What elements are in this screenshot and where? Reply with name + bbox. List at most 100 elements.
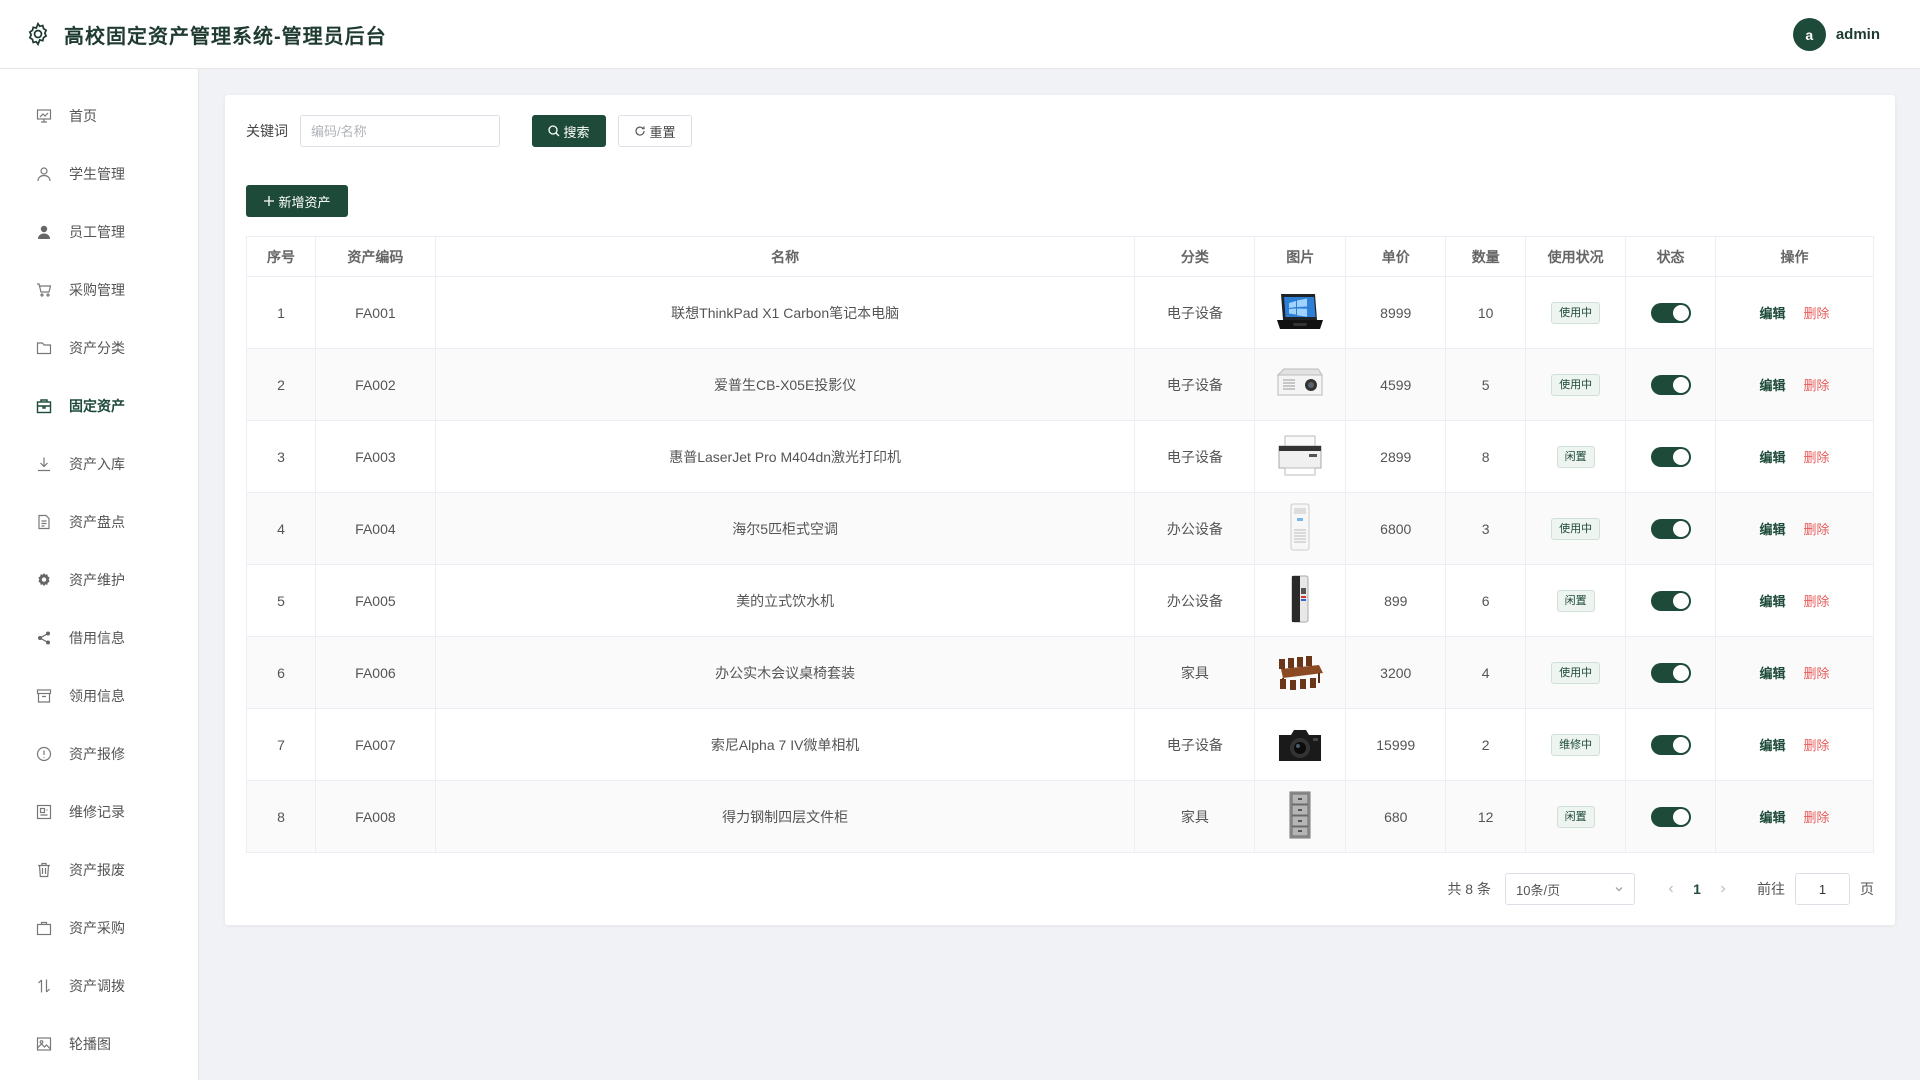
cell-name: 爱普生CB-X05E投影仪 (434, 348, 1136, 421)
sidebar-item-requisition[interactable]: 领用信息 (0, 667, 198, 725)
page-number-current[interactable]: 1 (1681, 881, 1713, 897)
delete-link[interactable]: 删除 (1804, 738, 1830, 753)
column-header: 资产编码 (314, 236, 436, 277)
cell-actions: 编辑 删除 (1715, 492, 1874, 565)
printer-thumbnail[interactable] (1275, 431, 1325, 481)
status-toggle[interactable] (1650, 590, 1691, 611)
delete-link[interactable]: 删除 (1804, 810, 1830, 825)
column-header: 名称 (434, 236, 1136, 277)
file-cabinet-thumbnail[interactable] (1275, 790, 1325, 840)
sidebar-item-staff[interactable]: 员工管理 (0, 203, 198, 261)
edit-link[interactable]: 编辑 (1760, 522, 1786, 537)
user-outline-icon (35, 165, 53, 183)
sidebar-item-label: 借用信息 (69, 630, 125, 646)
prev-page-button[interactable] (1661, 881, 1681, 897)
delete-link[interactable]: 删除 (1804, 306, 1830, 321)
cell-no: 1 (246, 276, 316, 349)
camera-thumbnail[interactable] (1275, 720, 1325, 770)
cell-qty: 6 (1445, 564, 1527, 637)
column-header: 状态 (1625, 236, 1717, 277)
cell-status (1625, 636, 1717, 709)
status-toggle[interactable] (1650, 662, 1691, 683)
status-toggle[interactable] (1650, 374, 1691, 395)
delete-link[interactable]: 删除 (1804, 522, 1830, 537)
cell-status (1625, 564, 1717, 637)
sidebar-item-fixed-assets[interactable]: 固定资产 (0, 377, 198, 435)
edit-link[interactable]: 编辑 (1760, 450, 1786, 465)
sidebar-item-inbound[interactable]: 资产入库 (0, 435, 198, 493)
edit-link[interactable]: 编辑 (1760, 306, 1786, 321)
delete-link[interactable]: 删除 (1804, 666, 1830, 681)
column-header: 序号 (246, 236, 316, 277)
sidebar-item-borrowing[interactable]: 借用信息 (0, 609, 198, 667)
goto-page-input[interactable] (1795, 873, 1850, 905)
sidebar-item-repair-request[interactable]: 资产报修 (0, 725, 198, 783)
search-button[interactable]: 搜索 (532, 115, 606, 147)
add-asset-button[interactable]: 新增资产 (246, 185, 348, 217)
sidebar-item-purchase[interactable]: 资产采购 (0, 899, 198, 957)
reset-button[interactable]: 重置 (618, 115, 692, 147)
image-icon (35, 1035, 53, 1053)
bag-icon (35, 919, 53, 937)
next-page-button[interactable] (1713, 881, 1733, 897)
water-dispenser-thumbnail[interactable] (1275, 574, 1325, 624)
sidebar-item-maintenance[interactable]: 资产维护 (0, 551, 198, 609)
search-icon (548, 125, 560, 137)
cell-usage: 闲置 (1525, 564, 1627, 637)
sidebar-item-students[interactable]: 学生管理 (0, 145, 198, 203)
username[interactable]: admin (1836, 26, 1880, 43)
plus-icon (263, 195, 275, 207)
cell-usage: 闲置 (1525, 780, 1627, 853)
sidebar-item-label: 固定资产 (69, 398, 125, 414)
search-bar: 关键词 搜索 重置 (246, 115, 692, 147)
sidebar-item-categories[interactable]: 资产分类 (0, 319, 198, 377)
edit-link[interactable]: 编辑 (1760, 738, 1786, 753)
table-row: 1 FA001 联想ThinkPad X1 Carbon笔记本电脑 电子设备 8… (246, 276, 1874, 349)
delete-link[interactable]: 删除 (1804, 594, 1830, 609)
edit-link[interactable]: 编辑 (1760, 810, 1786, 825)
cell-code: FA005 (314, 564, 436, 637)
keyword-input[interactable] (300, 115, 500, 147)
cell-qty: 5 (1445, 348, 1527, 421)
usage-status-badge: 使用中 (1551, 517, 1601, 540)
status-toggle[interactable] (1650, 518, 1691, 539)
sidebar-item-carousel[interactable]: 轮播图 (0, 1015, 198, 1073)
column-header: 图片 (1254, 236, 1347, 277)
delete-link[interactable]: 删除 (1804, 378, 1830, 393)
cell-no: 2 (246, 348, 316, 421)
air-conditioner-thumbnail[interactable] (1275, 502, 1325, 552)
delete-link[interactable]: 删除 (1804, 450, 1830, 465)
avatar[interactable]: a (1792, 18, 1826, 51)
cell-name: 得力钢制四层文件柜 (434, 780, 1136, 853)
sidebar-item-inventory-check[interactable]: 资产盘点 (0, 493, 198, 551)
sidebar-item-scrap[interactable]: 资产报废 (0, 841, 198, 899)
status-toggle[interactable] (1650, 806, 1691, 827)
cell-usage: 使用中 (1525, 348, 1627, 421)
edit-link[interactable]: 编辑 (1760, 378, 1786, 393)
cell-name: 美的立式饮水机 (434, 564, 1136, 637)
conference-table-thumbnail[interactable] (1275, 648, 1325, 698)
edit-link[interactable]: 编辑 (1760, 594, 1786, 609)
projector-thumbnail[interactable] (1275, 360, 1325, 410)
table-row: 5 FA005 美的立式饮水机 办公设备 899 6 闲置 编辑 删除 (246, 564, 1874, 637)
sidebar-item-label: 首页 (69, 108, 97, 124)
sidebar-item-transfer[interactable]: 资产调拨 (0, 957, 198, 1015)
page-size-select[interactable]: 10条/页 (1505, 873, 1635, 905)
cell-price: 4599 (1345, 348, 1447, 421)
user-filled-icon (35, 223, 53, 241)
chart-board-icon (35, 107, 53, 125)
user-menu[interactable]: a admin (1792, 18, 1880, 51)
search-button-label: 搜索 (563, 124, 590, 140)
sidebar-item-repair-records[interactable]: 维修记录 (0, 783, 198, 841)
column-header: 分类 (1134, 236, 1256, 277)
cell-no: 6 (246, 636, 316, 709)
sidebar-item-home[interactable]: 首页 (0, 87, 198, 145)
edit-link[interactable]: 编辑 (1760, 666, 1786, 681)
table-row: 6 FA006 办公实木会议桌椅套装 家具 3200 4 使用中 编辑 删除 (246, 636, 1874, 709)
status-toggle[interactable] (1650, 302, 1691, 323)
sidebar-item-procurement[interactable]: 采购管理 (0, 261, 198, 319)
status-toggle[interactable] (1650, 446, 1691, 467)
goto-label: 前往 (1757, 881, 1785, 897)
laptop-thumbnail[interactable] (1275, 287, 1325, 337)
status-toggle[interactable] (1650, 734, 1691, 755)
